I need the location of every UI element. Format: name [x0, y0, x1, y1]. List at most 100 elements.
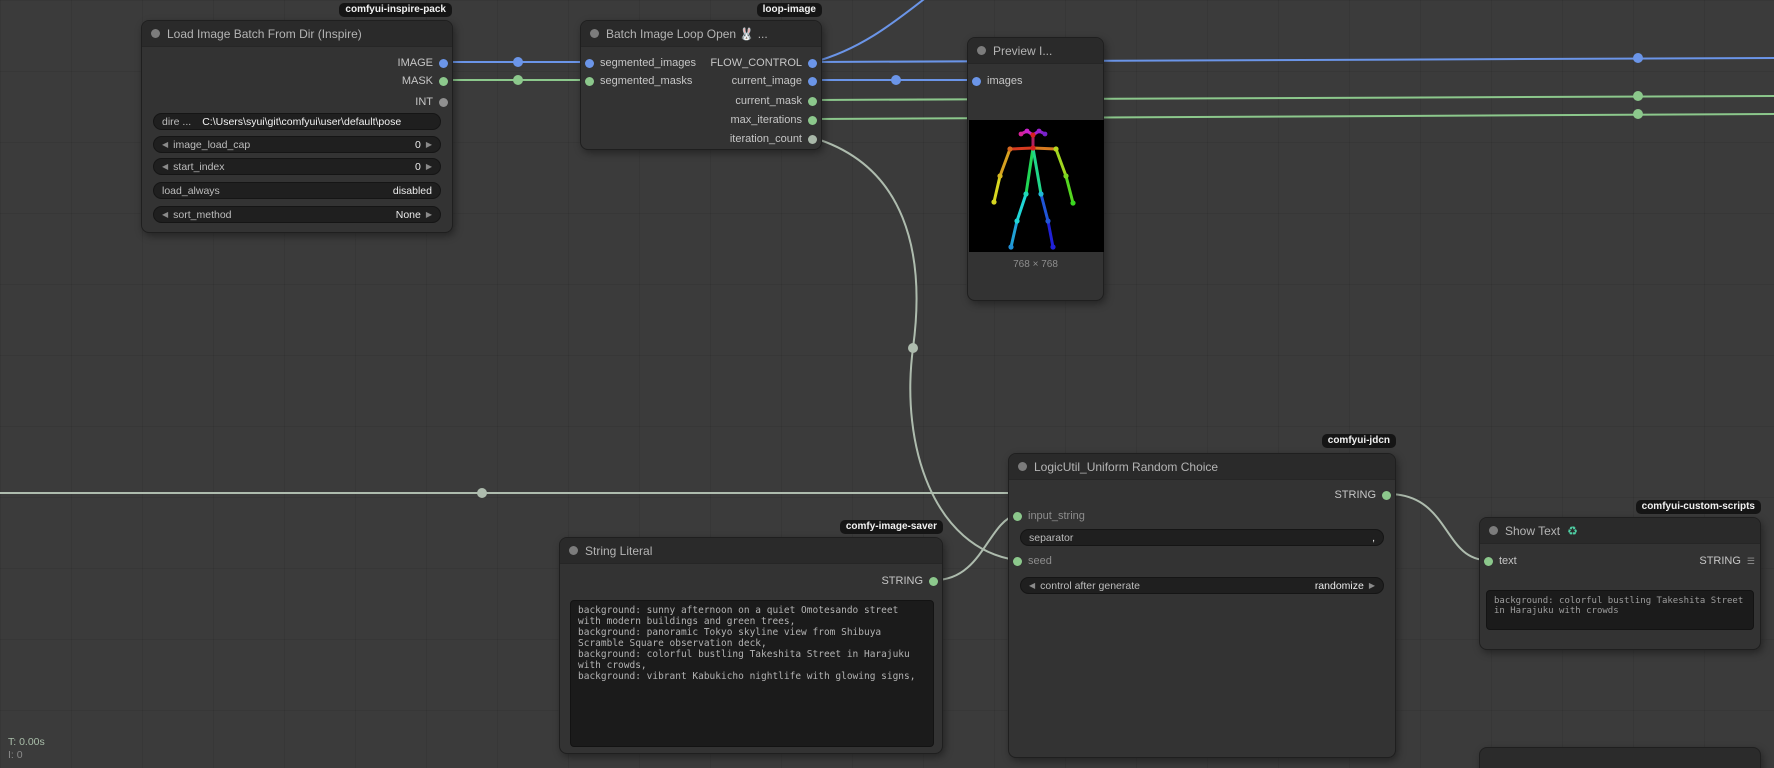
widget-label: start_index [173, 161, 224, 173]
partial-node-bottom-right[interactable] [1479, 747, 1761, 768]
output-slot-current-mask[interactable]: current_mask [735, 93, 817, 109]
output-slot-current-image[interactable]: current_image [732, 73, 817, 89]
slot-dot[interactable] [585, 77, 594, 86]
widget-load-always[interactable]: load_always disabled [153, 182, 441, 199]
widget-value: 0 [415, 139, 421, 151]
wire-flow-control-right[interactable] [814, 58, 1774, 62]
widget-separator[interactable]: separator , [1020, 529, 1384, 546]
slot-dot[interactable] [585, 59, 594, 68]
slot-dot[interactable] [1484, 557, 1493, 566]
reroute-dot[interactable] [513, 75, 523, 85]
slot-dot-int[interactable] [439, 98, 448, 107]
slot-label: IMAGE [398, 57, 433, 69]
stepper-left-icon[interactable]: ◀ [162, 162, 168, 171]
output-slot-string[interactable]: STRING ☰ [1699, 553, 1756, 569]
collapse-dot-icon[interactable] [151, 29, 160, 38]
widget-start-index[interactable]: ◀ start_index 0 ▶ [153, 158, 441, 175]
output-slot-mask[interactable]: MASK [402, 73, 448, 89]
slot-dot[interactable] [808, 97, 817, 106]
slot-dot[interactable] [808, 135, 817, 144]
stepper-left-icon[interactable]: ◀ [1029, 581, 1035, 590]
output-slot-int[interactable]: INT [415, 94, 448, 110]
input-slot-segmented-masks[interactable]: segmented_masks [585, 73, 692, 89]
reroute-dot[interactable] [513, 57, 523, 67]
output-slot-string[interactable]: STRING [1334, 487, 1391, 503]
slot-label: STRING [1699, 555, 1741, 567]
slot-dot-image[interactable] [439, 59, 448, 68]
widget-label: separator [1029, 532, 1073, 544]
reroute-dot[interactable] [908, 343, 918, 353]
reroute-dot[interactable] [1633, 109, 1643, 119]
input-slot-seed[interactable]: seed [1013, 553, 1052, 569]
node-titlebar[interactable]: String Literal [560, 538, 942, 564]
reroute-dot[interactable] [891, 75, 901, 85]
node-string-literal[interactable]: String Literal STRING background: sunny … [559, 537, 943, 754]
collapse-dot-icon[interactable] [1018, 462, 1027, 471]
slot-label: segmented_masks [600, 75, 692, 87]
output-slot-max-iterations[interactable]: max_iterations [730, 112, 817, 128]
wire-flow-control-up[interactable] [814, 0, 928, 62]
node-titlebar[interactable]: Show Text ♻ [1480, 518, 1760, 544]
node-preview-image[interactable]: Preview I... images [967, 37, 1104, 301]
slot-label: MASK [402, 75, 433, 87]
reroute-dot[interactable] [1633, 53, 1643, 63]
stepper-left-icon[interactable]: ◀ [162, 140, 168, 149]
output-slot-string[interactable]: STRING [881, 573, 938, 589]
pose-skeleton-svg [969, 120, 1104, 252]
list-grip-icon[interactable]: ☰ [1747, 556, 1756, 567]
node-load-image-batch[interactable]: Load Image Batch From Dir (Inspire) IMAG… [141, 20, 453, 233]
widget-directory[interactable]: dire ... C:\Users\syui\git\comfyui\user\… [153, 113, 441, 130]
node-badge-custom-scripts: comfyui-custom-scripts [1636, 500, 1761, 514]
collapse-dot-icon[interactable] [1489, 526, 1498, 535]
node-batch-image-loop[interactable]: Batch Image Loop Open 🐰 ... segmented_im… [580, 20, 822, 150]
slot-dot[interactable] [972, 77, 981, 86]
widget-label: control after generate [1040, 580, 1140, 592]
slot-dot[interactable] [1013, 512, 1022, 521]
collapse-dot-icon[interactable] [977, 46, 986, 55]
stepper-right-icon[interactable]: ▶ [1369, 581, 1375, 590]
widget-control-after-generate[interactable]: ◀ control after generate randomize ▶ [1020, 577, 1384, 594]
collapse-dot-icon[interactable] [590, 29, 599, 38]
input-slot-segmented-images[interactable]: segmented_images [585, 55, 696, 71]
wire-string-literal-to-input-string[interactable] [935, 515, 1016, 580]
node-title: Batch Image Loop Open 🐰 ... [606, 27, 768, 41]
node-titlebar[interactable]: Batch Image Loop Open 🐰 ... [581, 21, 821, 47]
stepper-right-icon[interactable]: ▶ [426, 162, 432, 171]
stepper-right-icon[interactable]: ▶ [426, 210, 432, 219]
node-title: LogicUtil_Uniform Random Choice [1034, 460, 1218, 474]
output-slot-iteration-count[interactable]: iteration_count [730, 131, 817, 147]
reroute-dot[interactable] [1633, 91, 1643, 101]
wire-logicutil-to-show-text[interactable] [1388, 494, 1487, 560]
slot-dot[interactable] [808, 116, 817, 125]
slot-dot[interactable] [1382, 491, 1391, 500]
collapse-dot-icon[interactable] [569, 546, 578, 555]
slot-dot[interactable] [1013, 557, 1022, 566]
slot-label: text [1499, 555, 1517, 567]
node-show-text[interactable]: Show Text ♻ text STRING ☰ background: co… [1479, 517, 1761, 650]
node-graph-canvas[interactable]: comfyui-inspire-pack loop-image comfyui-… [0, 0, 1774, 768]
slot-dot[interactable] [808, 59, 817, 68]
node-logicutil-random-choice[interactable]: LogicUtil_Uniform Random Choice STRING i… [1008, 453, 1396, 758]
wire-max-iterations-right[interactable] [814, 114, 1774, 119]
node-titlebar[interactable]: LogicUtil_Uniform Random Choice [1009, 454, 1395, 480]
slot-dot[interactable] [808, 77, 817, 86]
slot-dot[interactable] [929, 577, 938, 586]
wire-current-mask-right[interactable] [814, 96, 1774, 100]
widget-sort-method[interactable]: ◀ sort_method None ▶ [153, 206, 441, 223]
input-slot-text[interactable]: text [1484, 553, 1517, 569]
slot-label: STRING [1334, 489, 1376, 501]
widget-image-load-cap[interactable]: ◀ image_load_cap 0 ▶ [153, 136, 441, 153]
reroute-dot[interactable] [477, 488, 487, 498]
output-slot-flow-control[interactable]: FLOW_CONTROL [710, 55, 817, 71]
output-slot-image[interactable]: IMAGE [398, 55, 448, 71]
stepper-right-icon[interactable]: ▶ [426, 140, 432, 149]
stepper-left-icon[interactable]: ◀ [162, 210, 168, 219]
string-literal-textarea[interactable]: background: sunny afternoon on a quiet O… [570, 600, 934, 747]
node-titlebar[interactable]: Load Image Batch From Dir (Inspire) [142, 21, 452, 47]
show-text-output-box[interactable]: background: colorful bustling Takeshita … [1486, 590, 1754, 630]
input-slot-input-string[interactable]: input_string [1013, 508, 1085, 524]
input-slot-images[interactable]: images [972, 73, 1022, 89]
widget-value: C:\Users\syui\git\comfyui\user\default\p… [202, 116, 401, 128]
slot-dot-mask[interactable] [439, 77, 448, 86]
node-titlebar[interactable]: Preview I... [968, 38, 1103, 64]
